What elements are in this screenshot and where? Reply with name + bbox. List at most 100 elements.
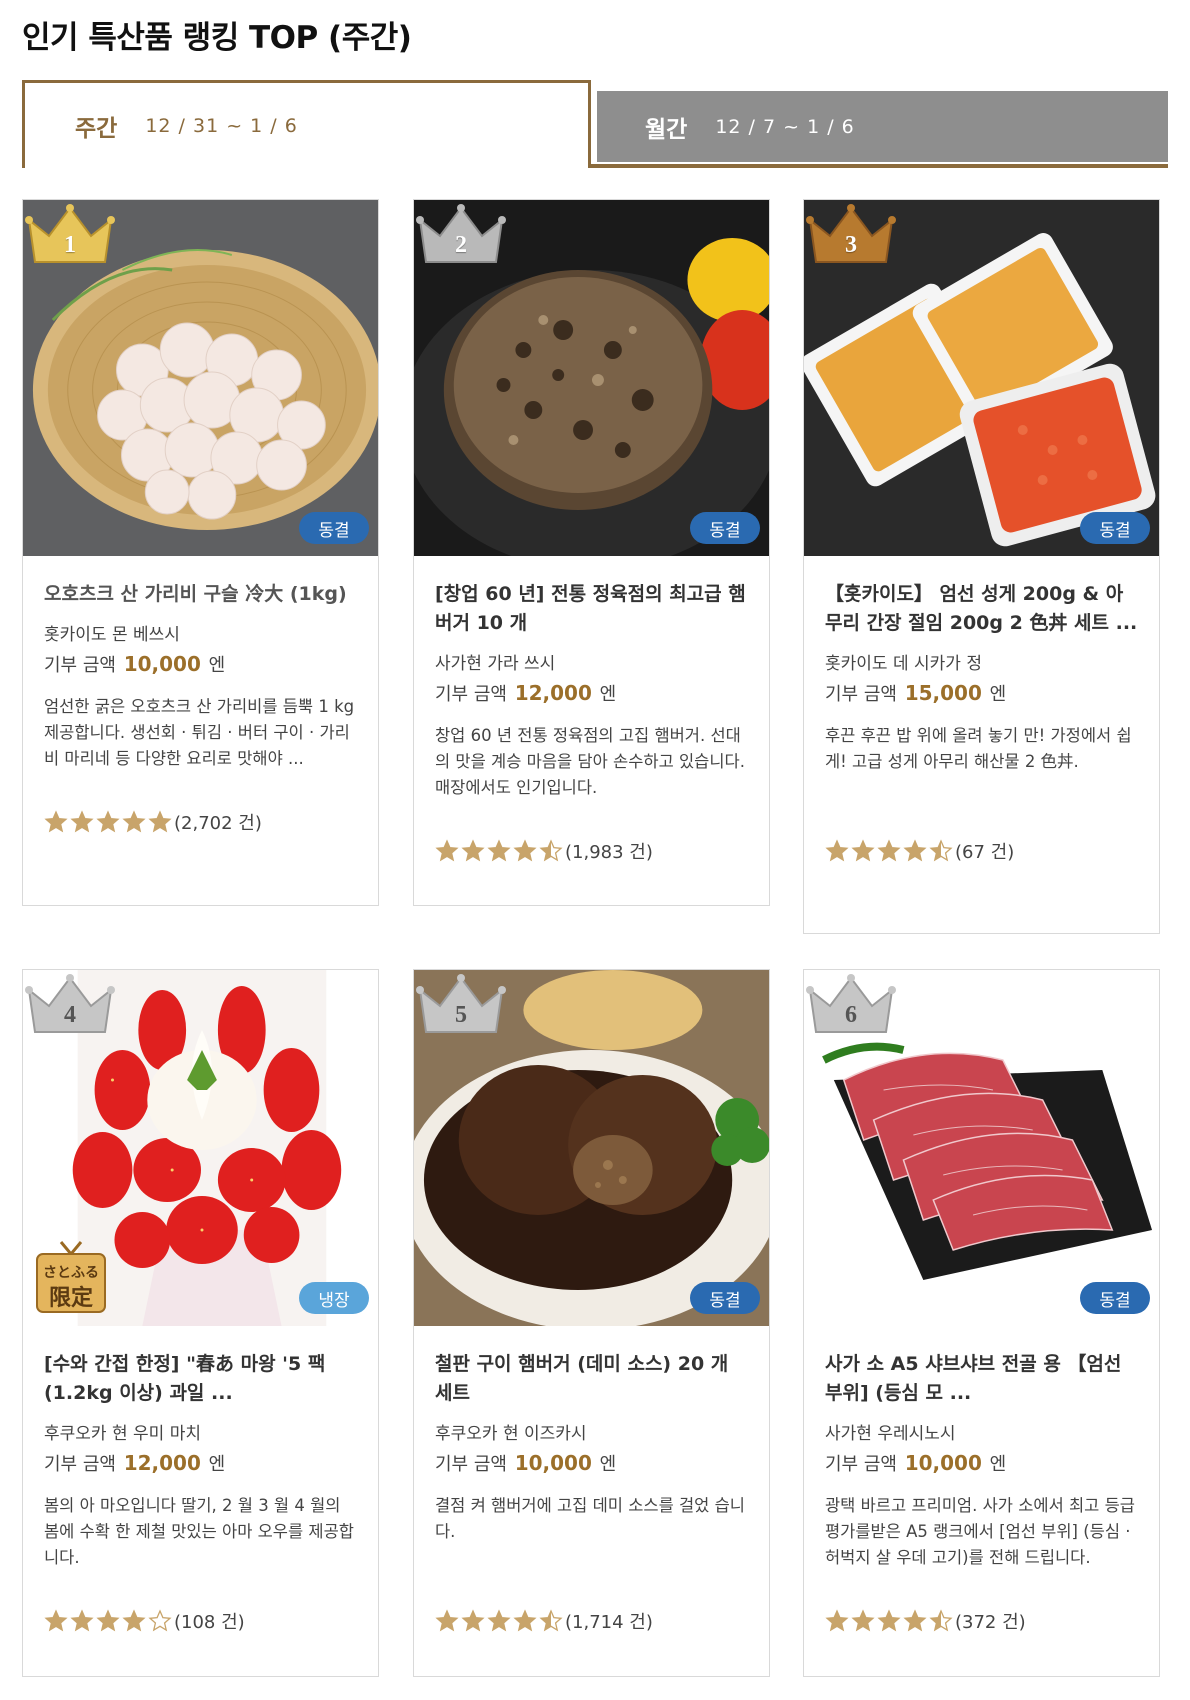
product-description: 창업 60 년 전통 정육점의 고집 햄버거. 선대의 맛을 계승 마음을 담아…: [435, 726, 745, 797]
star-full-icon: [122, 1609, 146, 1632]
product-price: 기부 금액 12,000 엔: [435, 678, 749, 710]
tab-divider: [22, 164, 25, 168]
storage-tag: 동결: [1080, 1282, 1150, 1314]
review-count: (1,983 건): [565, 842, 653, 863]
product-title[interactable]: [수와 간접 한정] "春あ 마왕 '5 팩 (1.2kg 이상) 과일 ...: [44, 1350, 358, 1408]
product-description: 광택 바르고 프리미엄. 사가 소에서 최고 등급 평가를받은 A5 랭크에서 …: [825, 1496, 1135, 1567]
product-card[interactable]: 2 동결 [창업 60 년] 전통 정육점의 최고급 햄버거 10 개 사가현 …: [413, 199, 770, 906]
star-rating: [44, 810, 172, 834]
tab-monthly[interactable]: 월간 12 / 7 ~ 1 / 6: [597, 91, 1168, 162]
star-rating: [825, 1609, 953, 1633]
product-image[interactable]: 5 동결: [414, 970, 769, 1326]
product-card[interactable]: 5 동결 철판 구이 햄버거 (데미 소스) 20 개 세트 후쿠오카 현 이즈…: [413, 969, 770, 1677]
price-amount: 15,000: [904, 681, 982, 705]
product-card[interactable]: 4 さとふる 限定 냉장 [수와 간접 한정] "春あ 마왕 '5 팩 (1.2…: [22, 969, 379, 1677]
product-image[interactable]: 1 동결: [23, 200, 378, 556]
product-title[interactable]: 철판 구이 햄버거 (데미 소스) 20 개 세트: [435, 1350, 749, 1408]
rank-number: 4: [64, 1002, 76, 1028]
price-label: 기부 금액: [435, 1454, 507, 1475]
price-unit: 엔: [599, 1454, 617, 1475]
rating: (108 건): [44, 1607, 358, 1635]
product-image[interactable]: 6 동결: [804, 970, 1159, 1326]
review-count: (108 건): [174, 1612, 245, 1633]
star-full-icon: [435, 1609, 459, 1632]
price-label: 기부 금액: [435, 684, 507, 705]
product-title[interactable]: 오호츠크 산 가리비 구슬 冷大 (1kg): [44, 580, 358, 609]
tab-weekly-label: 주간: [75, 115, 118, 142]
price-amount: 12,000: [514, 681, 592, 705]
product-image[interactable]: 3 동결: [804, 200, 1159, 556]
star-full-icon: [513, 1609, 537, 1632]
price-amount: 10,000: [904, 1451, 982, 1475]
product-description: 결점 켜 햄버거에 고집 데미 소스를 걸었 습니다.: [435, 1496, 745, 1541]
product-title[interactable]: [창업 60 년] 전통 정육점의 최고급 햄버거 10 개: [435, 580, 749, 638]
product-price: 기부 금액 15,000 엔: [825, 678, 1139, 710]
price-amount: 10,000: [514, 1451, 592, 1475]
star-rating: [435, 1609, 563, 1633]
product-title[interactable]: 사가 소 A5 샤브샤브 전골 용 【엄선 부위] (등심 모 ...: [825, 1350, 1139, 1408]
star-full-icon: [70, 1609, 94, 1632]
product-description: 후끈 후끈 밥 위에 올려 놓기 만! 가정에서 쉽게! 고급 성게 아무리 해…: [825, 726, 1132, 771]
rating: (372 건): [825, 1607, 1139, 1635]
rank-badge-silver: 5: [416, 972, 506, 1036]
review-count: (1,714 건): [565, 1612, 653, 1633]
tab-weekly[interactable]: 주간 12 / 31 ~ 1 / 6: [22, 80, 591, 168]
star-full-icon: [148, 810, 172, 833]
price-unit: 엔: [208, 1454, 226, 1475]
tab-divider: [588, 164, 1168, 168]
star-full-icon: [487, 839, 511, 862]
limited-badge: さとふる 限定: [33, 1240, 109, 1316]
product-city: 후쿠오카 현 우미 마치: [44, 1424, 201, 1444]
star-full-icon: [435, 839, 459, 862]
star-half-icon: [539, 839, 563, 862]
price-label: 기부 금액: [44, 1454, 116, 1475]
product-image[interactable]: 2 동결: [414, 200, 769, 556]
rank-number: 1: [64, 232, 76, 258]
price-unit: 엔: [989, 1454, 1007, 1475]
product-card[interactable]: 3 동결 【홋카이도】 엄선 성게 200g & 아무리 간장 절임 200g …: [803, 199, 1160, 934]
star-full-icon: [96, 810, 120, 833]
rank-badge-silver: 6: [806, 972, 896, 1036]
rank-badge-silver: 4: [25, 972, 115, 1036]
rank-badge-bronze: 3: [806, 202, 896, 266]
product-image[interactable]: 4 さとふる 限定 냉장: [23, 970, 378, 1326]
star-full-icon: [877, 1609, 901, 1632]
product-card[interactable]: 6 동결 사가 소 A5 샤브샤브 전골 용 【엄선 부위] (등심 모 ...…: [803, 969, 1160, 1677]
star-half-icon: [929, 1609, 953, 1632]
star-full-icon: [903, 1609, 927, 1632]
product-city: 후쿠오카 현 이즈카시: [435, 1424, 587, 1444]
product-city: 사가현 가라 쓰시: [435, 654, 556, 674]
star-full-icon: [44, 1609, 68, 1632]
rank-number: 2: [455, 232, 467, 258]
star-half-icon: [929, 839, 953, 862]
tab-monthly-label: 월간: [645, 116, 688, 143]
product-price: 기부 금액 10,000 엔: [825, 1448, 1139, 1480]
star-full-icon: [851, 839, 875, 862]
star-rating: [825, 839, 953, 863]
page-title: 인기 특산품 랭킹 TOP (주간): [22, 20, 412, 56]
storage-tag: 냉장: [299, 1282, 369, 1314]
review-count: (67 건): [955, 842, 1015, 863]
price-unit: 엔: [989, 684, 1007, 705]
product-card[interactable]: 1 동결 오호츠크 산 가리비 구슬 冷大 (1kg) 홋카이도 몬 베쓰시 기…: [22, 199, 379, 906]
price-amount: 12,000: [123, 1451, 201, 1475]
rating: (1,983 건): [435, 837, 749, 865]
product-city: 홋카이도 몬 베쓰시: [44, 625, 180, 645]
star-full-icon: [903, 839, 927, 862]
price-label: 기부 금액: [44, 655, 116, 676]
star-full-icon: [70, 810, 94, 833]
limited-badge-top: さとふる: [43, 1265, 99, 1281]
tab-monthly-date: 12 / 7 ~ 1 / 6: [715, 115, 855, 138]
product-price: 기부 금액 10,000 엔: [435, 1448, 749, 1480]
price-unit: 엔: [208, 655, 226, 676]
product-price: 기부 금액 10,000 엔: [44, 649, 358, 681]
star-full-icon: [44, 810, 68, 833]
star-full-icon: [851, 1609, 875, 1632]
product-description: 봄의 아 마오입니다 딸기, 2 월 3 월 4 월의 봄에 수확 한 제철 맛…: [44, 1496, 354, 1567]
product-title[interactable]: 【홋카이도】 엄선 성게 200g & 아무리 간장 절임 200g 2 色丼 …: [825, 580, 1139, 638]
rank-badge-gold: 1: [25, 202, 115, 266]
star-full-icon: [513, 839, 537, 862]
price-unit: 엔: [599, 684, 617, 705]
storage-tag: 동결: [1080, 512, 1150, 544]
star-rating: [44, 1609, 172, 1633]
